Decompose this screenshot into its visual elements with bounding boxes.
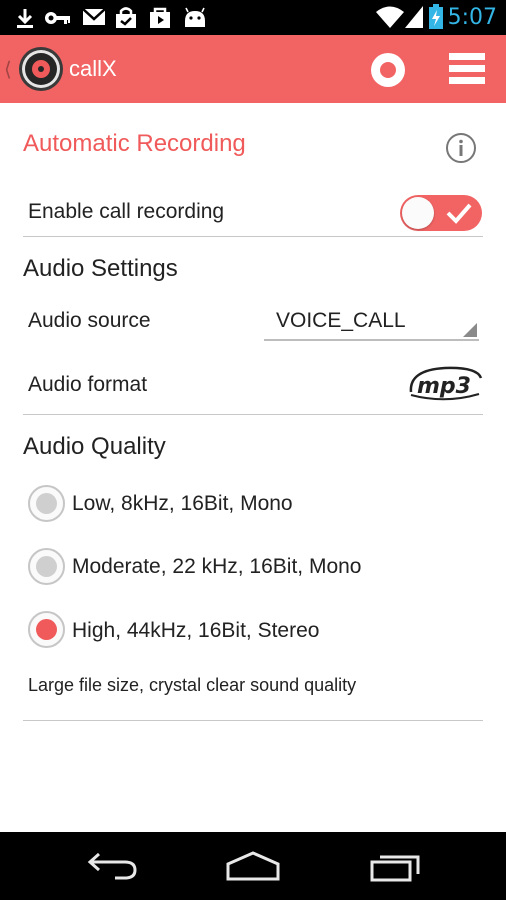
signal-icon [405,6,423,28]
quality-low-label[interactable]: Low, 8kHz, 16Bit, Mono [72,492,293,516]
divider [23,236,483,237]
navigation-bar [0,832,506,900]
automatic-recording-title: Automatic Recording [23,130,246,157]
wifi-icon [376,6,404,28]
app-logo-icon[interactable] [18,46,64,92]
audio-settings-title: Audio Settings [23,255,178,282]
audio-source-spinner[interactable]: VOICE_CALL [264,304,479,341]
toggle-knob [402,197,434,229]
radio-quality-low[interactable] [28,485,65,522]
info-icon[interactable] [445,132,477,164]
app-title: callX [69,56,117,81]
status-bar: 5:07 [0,0,506,35]
divider [23,720,483,721]
audio-source-label: Audio source [28,309,151,332]
play-store-icon [150,7,170,28]
audio-format-label: Audio format [28,373,148,396]
action-bar: ⟨ callX [0,35,506,103]
quality-hint: Large file size, crystal clear sound qua… [28,675,357,695]
back-icon[interactable] [87,850,139,882]
radio-dot [36,493,57,514]
radio-quality-high[interactable] [28,611,65,648]
quality-high-label[interactable]: High, 44kHz, 16Bit, Stereo [72,619,319,643]
recents-icon[interactable] [370,850,422,882]
enable-recording-label: Enable call recording [28,200,225,223]
quality-moderate-label[interactable]: Moderate, 22 kHz, 16Bit, Mono [72,555,361,579]
radio-quality-moderate[interactable] [28,548,65,585]
radio-dot [36,556,57,577]
check-icon [446,203,472,224]
mp3-logo-icon: mp3 [409,366,483,401]
radio-dot-selected [36,619,57,640]
audio-source-value: VOICE_CALL [276,309,406,332]
key-icon [45,12,70,24]
shopping-bag-icon [116,7,136,28]
download-icon [17,9,33,28]
divider [23,414,483,415]
gmail-icon [82,8,106,25]
audio-quality-title: Audio Quality [23,433,166,460]
home-icon[interactable] [225,850,281,882]
android-icon [185,7,205,27]
status-time: 5:07 [447,5,497,30]
mp3-logo-text: mp3 [417,374,471,399]
enable-recording-toggle[interactable] [400,195,482,231]
dropdown-arrow-icon [463,323,477,337]
up-caret-icon[interactable]: ⟨ [4,57,12,81]
battery-charging-icon [429,4,443,29]
menu-icon[interactable] [449,53,485,85]
record-icon[interactable] [370,52,406,88]
